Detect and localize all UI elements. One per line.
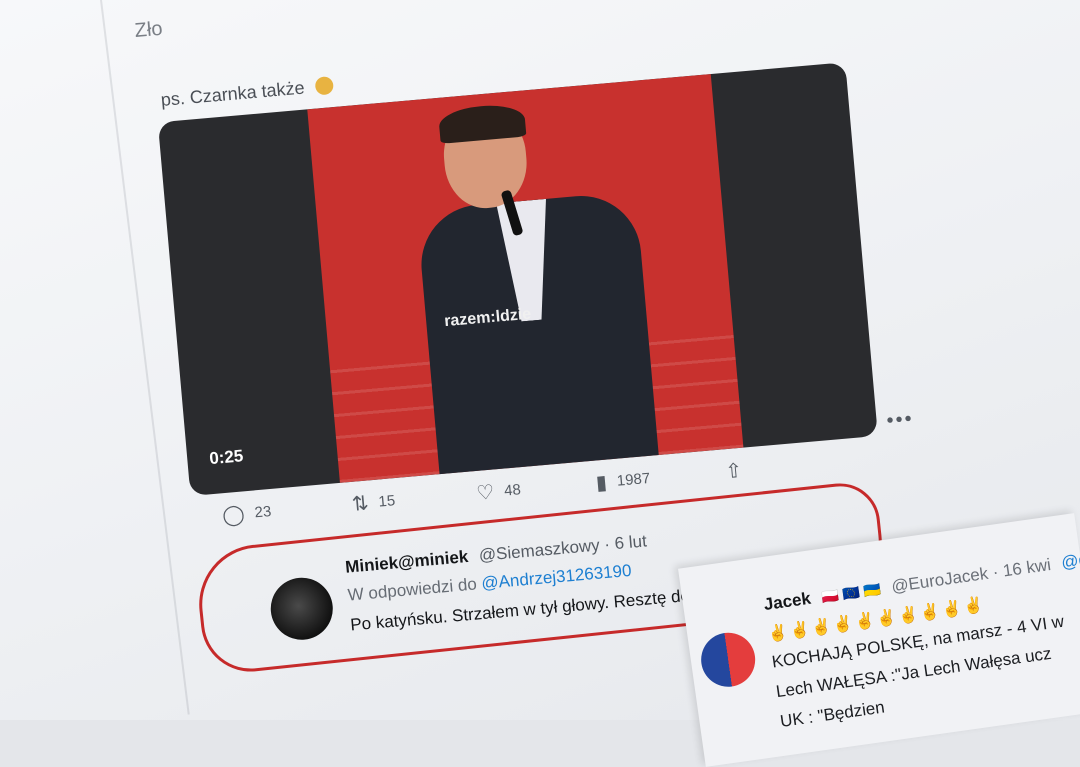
more-options-icon[interactable]: ••• <box>886 408 915 433</box>
eu-poland-avatar[interactable] <box>697 629 759 691</box>
retweet-icon: ⇅ <box>350 492 370 516</box>
heart-icon: ♡ <box>475 481 496 506</box>
retweet-action[interactable]: ⇅ 15 <box>351 488 396 517</box>
views-action[interactable]: ▮ 1987 <box>595 466 651 496</box>
second-tweet-line-3: UK : "Będzien <box>778 697 886 731</box>
reply-count: 23 <box>253 503 273 522</box>
video-duration: 0:25 <box>208 446 245 469</box>
reply-bubble-icon: ◯ <box>221 503 246 528</box>
flags-emoji: 🇵🇱 🇪🇺 🇺🇦 <box>820 580 882 606</box>
views-count: 1987 <box>616 469 651 490</box>
retweet-count: 15 <box>377 492 396 511</box>
cut-off-text: Zło <box>133 17 164 43</box>
bar-chart-icon: ▮ <box>595 471 608 495</box>
reply-action[interactable]: ◯ 23 <box>221 499 272 528</box>
ps-label: ps. Czarnka także <box>160 77 306 111</box>
tweet-ps-text: ps. Czarnka także <box>160 75 335 111</box>
video-player[interactable]: razem:ldzie 0:25 <box>157 62 878 496</box>
like-action[interactable]: ♡ 48 <box>475 477 522 506</box>
share-action[interactable]: ⇧ <box>724 458 744 484</box>
emoji-icon <box>314 76 335 96</box>
second-author-handle[interactable]: @EuroJacek · 16 kwi <box>890 555 1052 596</box>
share-icon: ⇧ <box>724 459 744 484</box>
second-author-name[interactable]: Jacek <box>763 589 812 614</box>
second-mention[interactable]: @donald <box>1060 544 1080 572</box>
paper-sheet: Zło ps. Czarnka także razem:ldzie 0:25 ◯… <box>0 0 1080 767</box>
like-count: 48 <box>503 481 522 500</box>
